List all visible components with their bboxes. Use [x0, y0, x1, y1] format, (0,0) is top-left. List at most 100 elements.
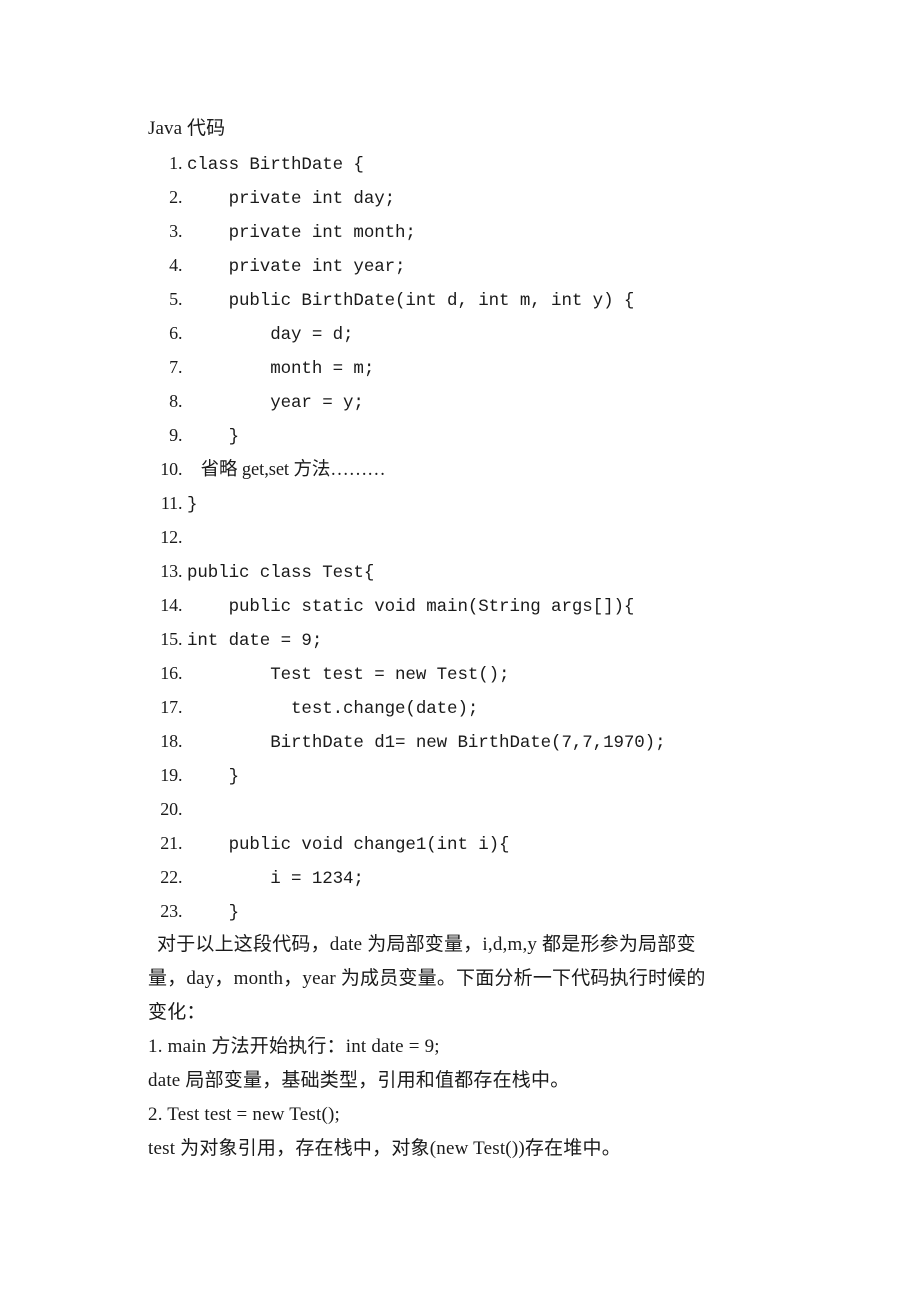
code-line-number: 14: [160, 595, 178, 615]
code-line-number-dot: .: [178, 765, 183, 785]
code-line-source: private int day;: [187, 189, 396, 209]
code-line-number: 18: [160, 731, 178, 751]
code-line: 18. BirthDate d1= new BirthDate(7,7,1970…: [148, 724, 788, 758]
code-line-source: public void change1(int i){: [187, 835, 510, 855]
code-line-number-dot: .: [178, 901, 183, 921]
code-line: 8. year = y;: [148, 384, 788, 418]
code-line-number: 4: [169, 255, 178, 275]
code-line: 3. private int month;: [148, 214, 788, 248]
code-line-number: 3: [169, 221, 178, 241]
code-line-number-dot: .: [178, 799, 183, 819]
code-line-number: 23: [160, 901, 178, 921]
code-line: 11.}: [148, 486, 788, 520]
code-line: 12.: [148, 520, 788, 554]
code-line-source: test.change(date);: [187, 699, 479, 719]
code-line-source: public class Test{: [187, 563, 375, 583]
code-line-number-dot: .: [178, 493, 183, 513]
code-line-source: }: [187, 427, 240, 447]
code-line-number: 1: [169, 153, 178, 173]
code-line-source: BirthDate d1= new BirthDate(7,7,1970);: [187, 733, 666, 753]
code-line: 6. day = d;: [148, 316, 788, 350]
code-line-number-dot: .: [178, 459, 183, 479]
code-line-number-dot: .: [178, 867, 183, 887]
code-line-number: 17: [160, 697, 178, 717]
code-line-source: public static void main(String args[]){: [187, 597, 635, 617]
code-line-number: 13: [160, 561, 178, 581]
code-line-source: public BirthDate(int d, int m, int y) {: [187, 291, 635, 311]
document-content: Java 代码 1. class BirthDate {2. private in…: [148, 112, 788, 1166]
code-line-number-dot: .: [178, 153, 183, 173]
explanation-line: 对于以上这段代码，date 为局部变量，i,d,m,y 都是形参为局部变: [157, 934, 696, 955]
code-line-number: 16: [160, 663, 178, 683]
explanation-line: 量，day，month，year 为成员变量。下面分析一下代码执行时候的: [148, 968, 706, 989]
code-line-source: }: [187, 495, 198, 515]
code-line-number: 22: [160, 867, 178, 887]
code-line-source: month = m;: [187, 359, 375, 379]
code-line-number: 7: [169, 357, 178, 377]
code-line-number-dot: .: [178, 221, 183, 241]
execution-step-line: date 局部变量，基础类型，引用和值都存在栈中。: [148, 1070, 570, 1091]
code-line-number-dot: .: [178, 255, 183, 275]
code-line: 19. }: [148, 758, 788, 792]
code-line-number-dot: .: [178, 595, 183, 615]
code-line: 20.: [148, 792, 788, 826]
code-line: 7. month = m;: [148, 350, 788, 384]
execution-step-line: 1. main 方法开始执行：int date = 9;: [148, 1036, 440, 1057]
code-line-number: 6: [169, 323, 178, 343]
document-page: Java 代码 1. class BirthDate {2. private in…: [0, 0, 920, 1302]
page-title: Java 代码: [148, 118, 226, 139]
code-line: 14. public static void main(String args[…: [148, 588, 788, 622]
code-line-number-dot: .: [178, 697, 183, 717]
code-line-source: Test test = new Test();: [187, 665, 510, 685]
explanation-line: 变化：: [148, 1002, 206, 1023]
code-line-number: 5: [169, 289, 178, 309]
code-line: 10. 省略 get,set 方法………: [148, 452, 788, 486]
code-line-source: year = y;: [187, 393, 364, 413]
code-line-source: private int month;: [187, 223, 416, 243]
code-line-number-dot: .: [178, 425, 183, 445]
code-line-number: 10: [160, 459, 178, 479]
code-line: 9. }: [148, 418, 788, 452]
code-line-number: 11: [160, 493, 178, 513]
code-line-number: 9: [169, 425, 178, 445]
code-line-number-dot: .: [178, 561, 183, 581]
code-line-number-dot: .: [178, 187, 183, 207]
code-line-number: 2: [169, 187, 178, 207]
code-line: 22. i = 1234;: [148, 860, 788, 894]
code-line: 16. Test test = new Test();: [148, 656, 788, 690]
code-line: 4. private int year;: [148, 248, 788, 282]
execution-step-line: test 为对象引用，存在栈中，对象(new Test())存在堆中。: [148, 1138, 621, 1159]
code-line-number-dot: .: [178, 833, 183, 853]
code-line-number: 15: [160, 629, 178, 649]
code-line-number-dot: .: [178, 289, 183, 309]
code-line-number-dot: .: [178, 391, 183, 411]
code-line-number-dot: .: [178, 323, 183, 343]
code-line: 21. public void change1(int i){: [148, 826, 788, 860]
code-line-number: 8: [169, 391, 178, 411]
code-line: 23. }: [148, 894, 788, 928]
code-line-number-dot: .: [178, 663, 183, 683]
code-line-number-dot: .: [178, 527, 183, 547]
code-line-source: i = 1234;: [187, 869, 364, 889]
code-line-source: 省略 get,set 方法………: [187, 460, 386, 480]
code-line-number-dot: .: [178, 629, 183, 649]
code-line-number: 21: [160, 833, 178, 853]
code-line-source: }: [187, 903, 240, 923]
code-line-number-dot: .: [178, 357, 183, 377]
code-line-source: }: [187, 767, 240, 787]
code-line-source: day = d;: [187, 325, 354, 345]
code-line-number: 20: [160, 799, 178, 819]
code-line: 1. class BirthDate {: [148, 146, 788, 180]
code-line-source: private int year;: [187, 257, 406, 277]
execution-steps-list: 1. main 方法开始执行：int date = 9; date 局部变量，基础…: [148, 1030, 788, 1166]
code-line: 13. public class Test{: [148, 554, 788, 588]
code-line-source: int date = 9;: [187, 631, 323, 651]
code-line-number: 19: [160, 765, 178, 785]
code-line: 5. public BirthDate(int d, int m, int y)…: [148, 282, 788, 316]
code-line-source: class BirthDate {: [187, 155, 364, 175]
code-line: 2. private int day;: [148, 180, 788, 214]
code-line: 17. test.change(date);: [148, 690, 788, 724]
java-code-listing: 1. class BirthDate {2. private int day; 3.…: [148, 146, 788, 928]
execution-step-line: 2. Test test = new Test();: [148, 1104, 340, 1125]
code-line-number: 12: [160, 527, 178, 547]
